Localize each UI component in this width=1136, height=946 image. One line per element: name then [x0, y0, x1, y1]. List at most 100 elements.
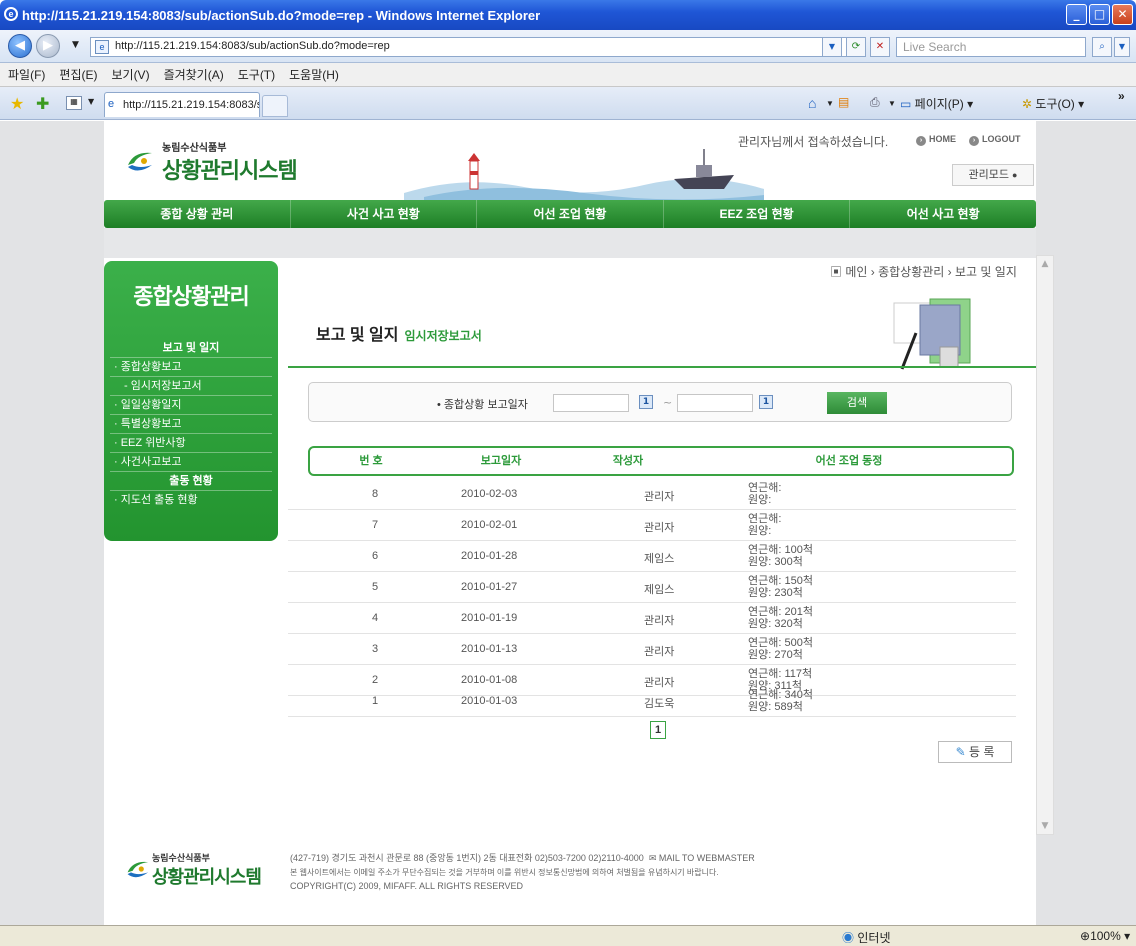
row-date[interactable]: 2010-01-08: [461, 674, 517, 686]
left-nav-title: 종합상황관리: [133, 284, 249, 309]
gnb-item-fishing[interactable]: 어선 조업 현황: [477, 200, 664, 228]
row-date[interactable]: 2010-02-03: [461, 488, 517, 500]
table-row[interactable]: 4 2010-01-19 관리자 연근해: 201척 원양: 320척: [288, 603, 1016, 634]
zoom-level[interactable]: ⊕100% ▾: [1080, 929, 1130, 943]
stop-icon[interactable]: ✕: [870, 37, 890, 57]
footer-address: (427-719) 경기도 과천시 관문로 88 (중앙동 1번지) 2동 대표…: [290, 851, 755, 864]
row-fishing-status: 연근해: 100척 원양: 300척: [748, 544, 813, 568]
start-calendar-icon[interactable]: 1: [639, 395, 653, 409]
close-window-button[interactable]: ✕: [1112, 4, 1133, 25]
table-row[interactable]: 7 2010-02-01 관리자 연근해: 원양:: [288, 510, 1016, 541]
print-icon[interactable]: ⎙: [870, 95, 880, 110]
gnb-item-overall[interactable]: 종합 상황 관리: [104, 200, 291, 228]
table-row[interactable]: 5 2010-01-27 제임스 연근해: 150척 원양: 230척: [288, 572, 1016, 603]
scroll-up-icon[interactable]: ▲: [1037, 256, 1053, 272]
row-date[interactable]: 2010-01-13: [461, 643, 517, 655]
search-button[interactable]: 검색: [827, 392, 887, 414]
gnb-item-accidents[interactable]: 어선 사고 현황: [850, 200, 1036, 228]
home-link[interactable]: › HOME: [916, 134, 956, 146]
gnb-item-incidents[interactable]: 사건 사고 현황: [291, 200, 478, 228]
table-row[interactable]: 3 2010-01-13 관리자 연근해: 500척 원양: 270척: [288, 634, 1016, 665]
feeds-icon[interactable]: ▤: [838, 95, 849, 109]
register-button[interactable]: ✎ 등 록: [938, 741, 1012, 763]
quick-tabs-icon[interactable]: ▦: [66, 96, 82, 110]
header-seascape-illustration: [404, 149, 764, 201]
search-icon[interactable]: ⌕: [1092, 37, 1112, 57]
row-date[interactable]: 2010-01-03: [461, 695, 517, 707]
page-menu[interactable]: ▭ 페이지(P) ▾: [900, 95, 973, 112]
col-number: 번 호: [359, 455, 383, 467]
end-calendar-icon[interactable]: 1: [759, 395, 773, 409]
lnb-item-daily-log[interactable]: · 일일상황일지: [110, 395, 272, 414]
lnb-item-eez-violation[interactable]: · EEZ 위반사항: [110, 433, 272, 452]
tab-current[interactable]: e http://115.21.219.154:8083/sub/actionS…: [104, 92, 260, 117]
footer-notice: 본 웹사이트에서는 이메일 주소가 무단수집되는 것을 거부하며 이를 위반시 …: [290, 868, 719, 877]
end-date-input[interactable]: [677, 394, 753, 412]
lnb-item-special-report[interactable]: · 특별상황보고: [110, 414, 272, 433]
mail-webmaster-link[interactable]: MAIL TO WEBMASTER: [659, 853, 755, 863]
start-date-input[interactable]: [553, 394, 629, 412]
tab-list-icon[interactable]: ▼: [88, 97, 94, 106]
gnb-item-eez[interactable]: EEZ 조업 현황: [664, 200, 851, 228]
admin-mode-button[interactable]: 관리모드 ●: [952, 164, 1034, 186]
pagination-page[interactable]: 1: [650, 721, 666, 739]
print-dropdown-icon[interactable]: ▼: [888, 99, 896, 108]
menu-help[interactable]: 도움말(H): [289, 66, 339, 83]
scroll-down-icon[interactable]: ▼: [1037, 818, 1053, 834]
address-input[interactable]: e http://115.21.219.154:8083/sub/actionS…: [90, 37, 860, 57]
tools-menu[interactable]: ✲ 도구(O) ▾: [1022, 95, 1084, 112]
row-date[interactable]: 2010-01-28: [461, 550, 517, 562]
lnb-item-incident-report[interactable]: · 사건사고보고: [110, 452, 272, 471]
back-button[interactable]: ◀: [8, 34, 32, 58]
tools-gear-icon: ✲: [1022, 97, 1036, 111]
menu-view[interactable]: 보기(V): [111, 66, 149, 83]
global-nav: 종합 상황 관리 사건 사고 현황 어선 조업 현황 EEZ 조업 현황 어선 …: [104, 200, 1036, 228]
table-row[interactable]: 6 2010-01-28 제임스 연근해: 100척 원양: 300척: [288, 541, 1016, 572]
row-deep-sea: 원양: 320척: [748, 618, 803, 630]
home-dropdown-icon[interactable]: ▼: [826, 99, 834, 108]
toolbar-overflow-icon[interactable]: »: [1118, 89, 1125, 103]
lnb-item-overall-report[interactable]: · 종합상황보고: [110, 357, 272, 376]
status-bar: ◉ 인터넷 ⊕100% ▾: [0, 925, 1136, 946]
lnb-item-temp-report[interactable]: - 임시저장보고서: [110, 376, 272, 395]
logout-link[interactable]: › LOGOUT: [969, 134, 1021, 146]
page-scrollbar[interactable]: ▲ ▼: [1036, 255, 1054, 835]
menu-edit[interactable]: 편집(E): [59, 66, 97, 83]
tab-page-icon: e: [108, 98, 115, 110]
row-coastal: 연근해:: [748, 482, 782, 494]
arrow-right-icon: ›: [969, 136, 979, 146]
new-tab-button[interactable]: [262, 95, 288, 117]
forward-button[interactable]: ▶: [36, 34, 60, 58]
table-row[interactable]: 8 2010-02-03 관리자 연근해: 원양:: [288, 479, 1016, 510]
system-title-logo[interactable]: 상황관리시스템: [162, 153, 298, 185]
row-date[interactable]: 2010-02-01: [461, 519, 517, 531]
menu-file[interactable]: 파일(F): [8, 66, 45, 83]
row-date[interactable]: 2010-01-19: [461, 612, 517, 624]
web-page: 농림수산식품부 상황관리시스템 관리자님께서 접속하셨습니다. › HOME › L…: [104, 121, 1036, 925]
live-search-input[interactable]: Live Search: [896, 37, 1086, 57]
minimize-button[interactable]: _: [1066, 4, 1087, 25]
maximize-button[interactable]: □: [1089, 4, 1110, 25]
row-deep-sea: 원양: 270척: [748, 649, 803, 661]
window-title-bar[interactable]: e http://115.21.219.154:8083/sub/actionS…: [0, 0, 1136, 30]
menu-tools[interactable]: 도구(T): [238, 66, 275, 83]
search-options-icon[interactable]: ▼: [1114, 37, 1130, 57]
home-link-label: HOME: [929, 134, 956, 144]
internet-zone: ◉ 인터넷: [842, 929, 890, 946]
history-dropdown-icon[interactable]: ▼: [72, 40, 79, 50]
table-row[interactable]: 1 2010-01-03 김도욱 연근해: 340척 원양: 589척: [288, 686, 1016, 717]
zone-label: 인터넷: [857, 931, 891, 945]
address-dropdown-icon[interactable]: ▼: [822, 37, 842, 57]
row-coastal: 연근해: 201척: [748, 606, 813, 618]
home-icon[interactable]: ⌂: [808, 95, 816, 111]
row-date[interactable]: 2010-01-27: [461, 581, 517, 593]
row-writer: 제임스: [644, 553, 675, 565]
add-favorites-icon[interactable]: ✚: [36, 94, 49, 113]
footer: 농림수산식품부 상황관리시스템 (427-719) 경기도 과천시 관문로 88…: [104, 833, 1036, 925]
refresh-icon[interactable]: ⟳: [846, 37, 866, 57]
page-subtitle: 임시저장보고서: [404, 329, 482, 343]
favorites-star-icon[interactable]: ★: [10, 94, 24, 113]
lnb-item-guide-ship-dispatch[interactable]: · 지도선 출동 현황: [110, 490, 272, 509]
menu-favorites[interactable]: 즐겨찾기(A): [164, 66, 224, 83]
row-writer: 제임스: [644, 584, 675, 596]
